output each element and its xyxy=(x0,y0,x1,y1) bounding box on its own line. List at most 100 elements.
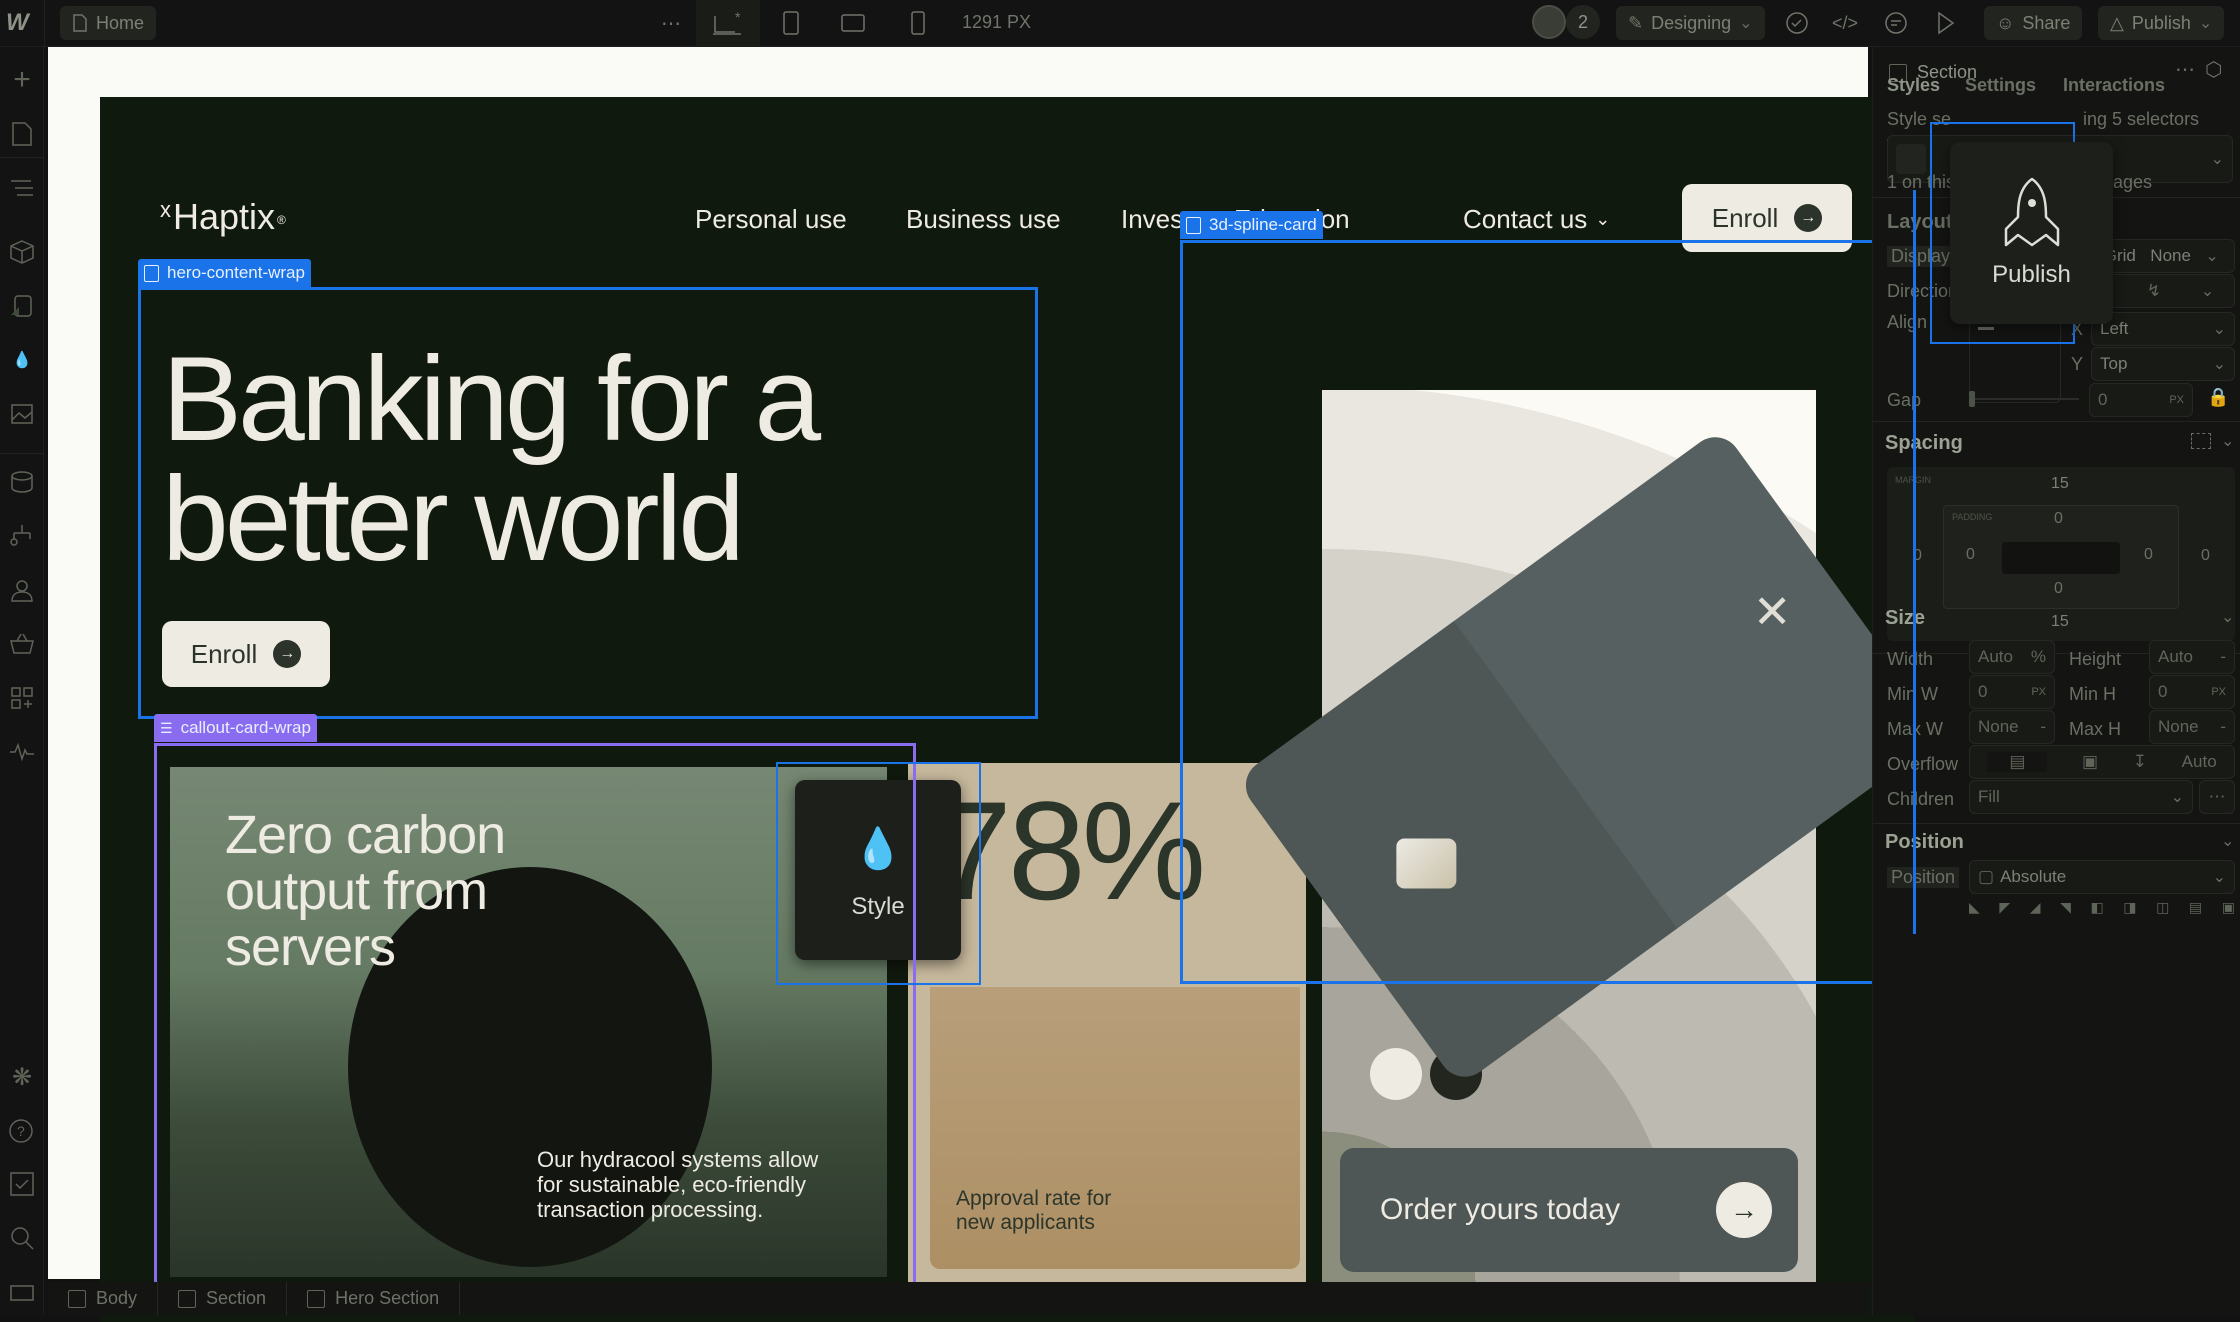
preset-top-right-icon[interactable]: ◤ xyxy=(1999,899,2010,917)
design-canvas[interactable]: x Haptix ® Personal use Business use Inv… xyxy=(48,47,1915,1322)
more-options-icon[interactable]: ⋯ xyxy=(656,8,686,38)
margin-bottom-value[interactable]: 15 xyxy=(2051,613,2069,631)
children-more-button[interactable]: ⋯ xyxy=(2199,780,2235,814)
mode-selector-button[interactable]: ✎ Designing ⌄ xyxy=(1616,6,1765,40)
site-logo[interactable]: x Haptix ® xyxy=(160,197,286,235)
preset-bottom-icon[interactable]: ◫ xyxy=(2156,899,2169,917)
overflow-scroll-icon[interactable]: ↧ xyxy=(2133,752,2147,772)
margin-top-value[interactable]: 15 xyxy=(2051,475,2069,493)
pages-icon[interactable] xyxy=(7,119,37,149)
height-input[interactable]: Auto - xyxy=(2149,640,2235,674)
settings-gear-icon[interactable]: ❋ xyxy=(7,1062,37,1092)
overflow-visible-icon[interactable]: ▤ xyxy=(1987,752,2048,772)
preset-left-icon[interactable]: ◧ xyxy=(2090,899,2103,917)
lock-icon[interactable]: 🔒 xyxy=(2207,387,2229,408)
nav-enroll-button[interactable]: Enroll → xyxy=(1682,184,1852,252)
cms-database-icon[interactable] xyxy=(7,467,37,497)
preview-play-icon[interactable] xyxy=(1931,8,1961,38)
logic-flow-icon[interactable] xyxy=(7,521,37,551)
apps-icon[interactable] xyxy=(7,683,37,713)
breakpoint-tablet-icon[interactable] xyxy=(776,8,806,38)
navigator-icon[interactable] xyxy=(7,173,37,203)
more-options-icon[interactable]: ⋯ xyxy=(2175,57,2195,82)
padding-bottom-value[interactable]: 0 xyxy=(2054,580,2063,598)
share-button[interactable]: ☺ Share xyxy=(1984,6,2083,40)
breakpoint-mobile-portrait-icon[interactable] xyxy=(903,8,933,38)
preset-bottom-left-icon[interactable]: ◢ xyxy=(2030,899,2041,917)
ecommerce-basket-icon[interactable] xyxy=(7,629,37,659)
children-select[interactable]: Fill ⌄ xyxy=(1969,780,2193,814)
preset-right-icon[interactable]: ◨ xyxy=(2123,899,2136,917)
tasks-check-icon[interactable] xyxy=(7,1169,37,1199)
hero-content-wrap-label[interactable]: hero-content-wrap xyxy=(138,259,311,287)
breadcrumb-hero-section[interactable]: Hero Section xyxy=(287,1282,461,1315)
breadcrumb-section[interactable]: Section xyxy=(158,1282,288,1315)
variables-icon[interactable] xyxy=(7,291,37,321)
components-icon[interactable] xyxy=(7,237,37,267)
align-y-select[interactable]: Top ⌄ xyxy=(2091,347,2235,381)
nav-personal-use[interactable]: Personal use xyxy=(695,204,847,235)
insights-pulse-icon[interactable] xyxy=(7,737,37,767)
3d-spline-card-label[interactable]: 3d-spline-card xyxy=(1180,211,1323,239)
preset-full-icon[interactable]: ▣ xyxy=(2222,899,2235,917)
tab-styles[interactable]: Styles xyxy=(1887,75,1940,96)
order-cta-button[interactable]: Order yours today → xyxy=(1340,1148,1798,1272)
align-x-select[interactable]: Left ⌄ xyxy=(2091,312,2235,346)
webflow-logo[interactable]: W xyxy=(6,8,36,38)
breakpoint-mobile-landscape-icon[interactable] xyxy=(838,8,868,38)
hero-section[interactable]: x Haptix ® Personal use Business use Inv… xyxy=(100,97,1915,1322)
comments-icon[interactable] xyxy=(1881,8,1911,38)
nav-business-use[interactable]: Business use xyxy=(906,204,1061,235)
preset-top-icon[interactable]: ▤ xyxy=(2189,899,2202,917)
min-width-input[interactable]: 0 PX xyxy=(1969,675,2055,709)
preset-bottom-right-icon[interactable]: ◥ xyxy=(2060,899,2071,917)
preset-top-left-icon[interactable]: ◣ xyxy=(1969,899,1980,917)
users-icon[interactable] xyxy=(7,575,37,605)
nav-contact-us[interactable]: Contact us ⌄ xyxy=(1463,204,1610,235)
padding-top-value[interactable]: 0 xyxy=(2054,510,2063,528)
max-width-input[interactable]: None - xyxy=(1969,710,2055,744)
tab-interactions[interactable]: Interactions xyxy=(2063,75,2165,96)
margin-right-value[interactable]: 0 xyxy=(2201,547,2210,565)
display-none[interactable]: None xyxy=(2150,246,2191,266)
padding-left-value[interactable]: 0 xyxy=(1966,546,1975,564)
callout-card-image[interactable]: Zero carbon output from servers Our hydr… xyxy=(170,767,887,1277)
search-icon[interactable] xyxy=(7,1223,37,1253)
assets-icon[interactable] xyxy=(7,399,37,429)
min-height-input[interactable]: 0 PX xyxy=(2149,675,2235,709)
audit-check-icon[interactable] xyxy=(1782,8,1812,38)
spacing-mode-icon[interactable] xyxy=(2191,433,2211,449)
position-presets[interactable]: ◣ ◤ ◢ ◥ ◧ ◨ ◫ ▤ ▣ xyxy=(1969,899,2235,917)
breadcrumb-body[interactable]: Body xyxy=(48,1282,159,1315)
style-drops-icon[interactable]: 💧 xyxy=(7,345,37,375)
chevron-down-icon[interactable]: ⌄ xyxy=(2221,831,2234,851)
publish-button[interactable]: △ Publish ⌄ xyxy=(2098,6,2225,40)
position-select[interactable]: ▢ Absolute ⌄ xyxy=(1969,860,2235,894)
width-input[interactable]: Auto% xyxy=(1969,640,2055,674)
page-selector-button[interactable]: Home xyxy=(60,6,157,40)
breakpoint-desktop-button[interactable]: * xyxy=(696,0,760,47)
overflow-control[interactable]: ▤ ▣ ↧ Auto xyxy=(1969,745,2235,779)
chevron-down-icon[interactable]: ⌄ xyxy=(2221,431,2234,451)
hero-enroll-button[interactable]: Enroll → xyxy=(162,621,330,687)
chevron-down-icon[interactable]: ⌄ xyxy=(2221,607,2234,627)
direction-wrap-icon[interactable]: ↯ xyxy=(2147,281,2161,301)
gap-slider[interactable] xyxy=(1969,391,2079,407)
code-icon[interactable]: </> xyxy=(1830,8,1860,38)
stat-card[interactable]: 78% Approval rate for new applicants xyxy=(908,763,1306,1283)
overflow-auto[interactable]: Auto xyxy=(2182,752,2217,772)
color-swatch-light[interactable] xyxy=(1370,1048,1422,1100)
tab-settings[interactable]: Settings xyxy=(1965,75,2036,96)
padding-right-value[interactable]: 0 xyxy=(2144,546,2153,564)
callout-card-wrap-label[interactable]: ☰ callout-card-wrap xyxy=(154,714,317,742)
video-tutorials-icon[interactable] xyxy=(7,1277,37,1307)
help-icon[interactable]: ? xyxy=(7,1115,37,1145)
overflow-hidden-icon[interactable]: ▣ xyxy=(2082,752,2098,772)
add-component-icon[interactable]: ⬡ xyxy=(2205,57,2222,82)
add-elements-icon[interactable]: + xyxy=(7,65,37,95)
collaborator-avatar[interactable] xyxy=(1532,5,1566,39)
gap-slider-handle[interactable] xyxy=(1969,391,1975,407)
gap-input[interactable]: 0 PX xyxy=(2089,383,2193,417)
collaborator-count[interactable]: 2 xyxy=(1566,5,1600,39)
max-height-input[interactable]: None - xyxy=(2149,710,2235,744)
